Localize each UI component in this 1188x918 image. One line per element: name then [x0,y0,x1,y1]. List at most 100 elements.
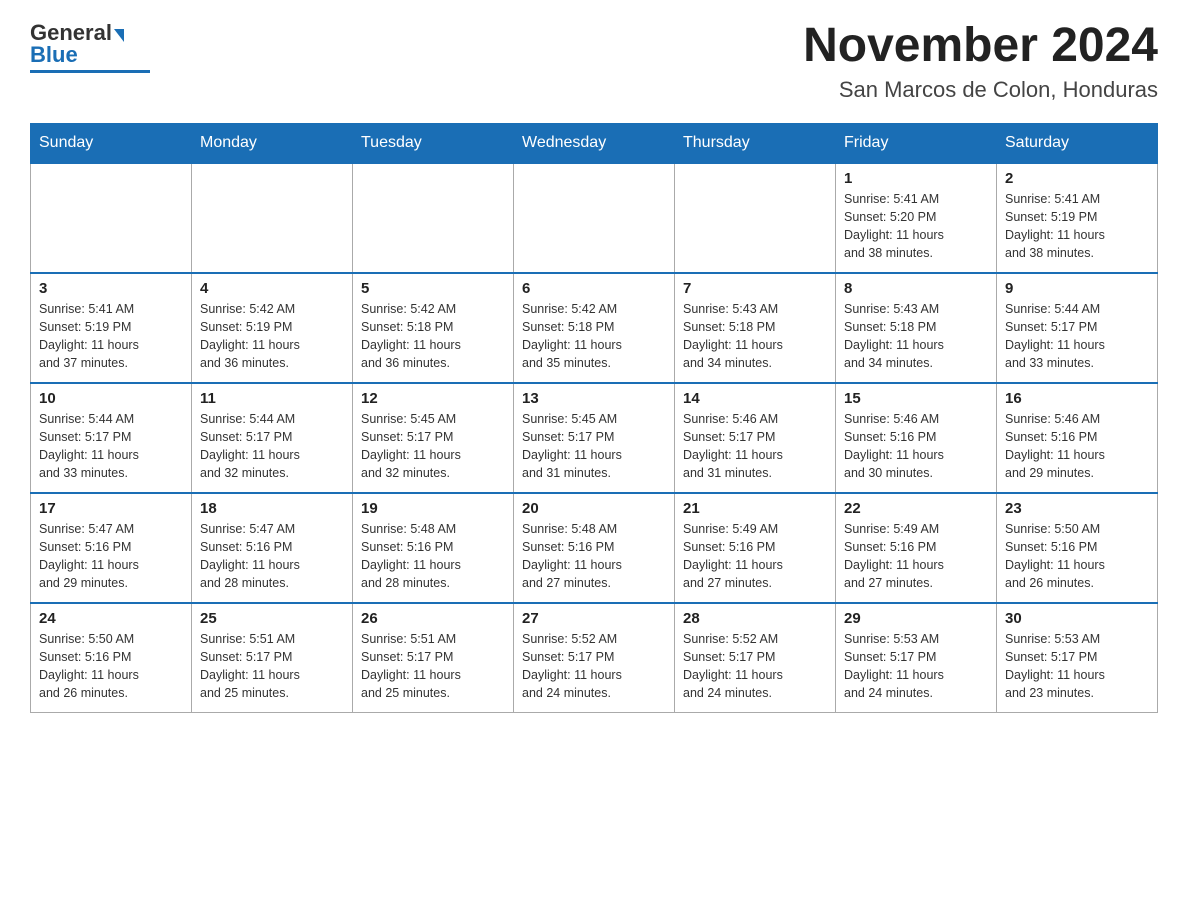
calendar-cell [675,163,836,273]
calendar-cell: 16Sunrise: 5:46 AM Sunset: 5:16 PM Dayli… [997,383,1158,493]
calendar-cell: 6 Sunrise: 5:42 AM Sunset: 5:18 PM Daylig… [514,273,675,383]
day-number: 17 [39,500,183,517]
day-info: Sunrise: 5:50 AM Sunset: 5:16 PM Dayligh… [1005,520,1149,593]
calendar-cell: 5 Sunrise: 5:42 AM Sunset: 5:18 PM Daylig… [353,273,514,383]
calendar-cell [353,163,514,273]
calendar-cell [192,163,353,273]
calendar-cell: 1 Sunrise: 5:41 AM Sunset: 5:20 PM Daylig… [836,163,997,273]
day-number: 13 [522,390,666,407]
month-title: November 2024 [803,20,1158,73]
day-number: 27 [522,610,666,627]
day-info: Sunrise: 5:47 AM Sunset: 5:16 PM Dayligh… [200,520,344,593]
day-number: 23 [1005,500,1149,517]
day-number: 26 [361,610,505,627]
day-number: 22 [844,500,988,517]
day-info: Sunrise: 5:41 AM Sunset: 5:19 PM Dayligh… [39,300,183,373]
day-info: Sunrise: 5:49 AM Sunset: 5:16 PM Dayligh… [844,520,988,593]
calendar-cell: 29Sunrise: 5:53 AM Sunset: 5:17 PM Dayli… [836,603,997,713]
day-number: 6 [522,280,666,297]
day-info: Sunrise: 5:43 AM Sunset: 5:18 PM Dayligh… [683,300,827,373]
calendar-cell: 14 Sunrise: 5:46 AM Sunset: 5:17 PM Dayli… [675,383,836,493]
day-number: 9 [1005,280,1149,297]
day-info: Sunrise: 5:49 AM Sunset: 5:16 PM Dayligh… [683,520,827,593]
day-number: 20 [522,500,666,517]
logo-underline [30,70,150,73]
calendar-cell: 19 Sunrise: 5:48 AM Sunset: 5:16 PM Dayli… [353,493,514,603]
day-info: Sunrise: 5:51 AM Sunset: 5:17 PM Dayligh… [200,630,344,703]
calendar-cell: 24Sunrise: 5:50 AM Sunset: 5:16 PM Dayli… [31,603,192,713]
day-info: Sunrise: 5:50 AM Sunset: 5:16 PM Dayligh… [39,630,183,703]
day-number: 10 [39,390,183,407]
calendar-cell: 10 Sunrise: 5:44 AM Sunset: 5:17 PM Dayli… [31,383,192,493]
day-info: Sunrise: 5:45 AM Sunset: 5:17 PM Dayligh… [522,410,666,483]
calendar-cell: 18 Sunrise: 5:47 AM Sunset: 5:16 PM Dayli… [192,493,353,603]
page-header: General Blue November 2024 San Marcos de… [30,20,1158,103]
calendar-cell: 21 Sunrise: 5:49 AM Sunset: 5:16 PM Dayli… [675,493,836,603]
day-number: 19 [361,500,505,517]
calendar-cell: 30 Sunrise: 5:53 AM Sunset: 5:17 PM Dayli… [997,603,1158,713]
calendar-cell: 3Sunrise: 5:41 AM Sunset: 5:19 PM Daylig… [31,273,192,383]
day-number: 14 [683,390,827,407]
calendar-cell: 7 Sunrise: 5:43 AM Sunset: 5:18 PM Daylig… [675,273,836,383]
weekday-header: Saturday [997,123,1158,163]
day-info: Sunrise: 5:42 AM Sunset: 5:18 PM Dayligh… [522,300,666,373]
day-number: 12 [361,390,505,407]
calendar-cell: 25 Sunrise: 5:51 AM Sunset: 5:17 PM Dayli… [192,603,353,713]
day-number: 21 [683,500,827,517]
day-info: Sunrise: 5:48 AM Sunset: 5:16 PM Dayligh… [361,520,505,593]
calendar-cell: 9 Sunrise: 5:44 AM Sunset: 5:17 PM Daylig… [997,273,1158,383]
calendar-table: SundayMondayTuesdayWednesdayThursdayFrid… [30,123,1158,714]
weekday-header: Thursday [675,123,836,163]
calendar-week-row: 17 Sunrise: 5:47 AM Sunset: 5:16 PM Dayli… [31,493,1158,603]
day-info: Sunrise: 5:53 AM Sunset: 5:17 PM Dayligh… [1005,630,1149,703]
weekday-header: Friday [836,123,997,163]
calendar-cell: 20Sunrise: 5:48 AM Sunset: 5:16 PM Dayli… [514,493,675,603]
location-title: San Marcos de Colon, Honduras [803,77,1158,103]
day-info: Sunrise: 5:47 AM Sunset: 5:16 PM Dayligh… [39,520,183,593]
day-number: 5 [361,280,505,297]
day-number: 18 [200,500,344,517]
day-number: 25 [200,610,344,627]
weekday-header: Sunday [31,123,192,163]
day-info: Sunrise: 5:46 AM Sunset: 5:16 PM Dayligh… [1005,410,1149,483]
day-number: 8 [844,280,988,297]
day-info: Sunrise: 5:52 AM Sunset: 5:17 PM Dayligh… [522,630,666,703]
calendar-cell: 4 Sunrise: 5:42 AM Sunset: 5:19 PM Daylig… [192,273,353,383]
calendar-week-row: 3Sunrise: 5:41 AM Sunset: 5:19 PM Daylig… [31,273,1158,383]
day-info: Sunrise: 5:41 AM Sunset: 5:20 PM Dayligh… [844,190,988,263]
day-info: Sunrise: 5:44 AM Sunset: 5:17 PM Dayligh… [39,410,183,483]
day-info: Sunrise: 5:52 AM Sunset: 5:17 PM Dayligh… [683,630,827,703]
calendar-week-row: 24Sunrise: 5:50 AM Sunset: 5:16 PM Dayli… [31,603,1158,713]
calendar-cell: 2Sunrise: 5:41 AM Sunset: 5:19 PM Daylig… [997,163,1158,273]
calendar-cell: 26 Sunrise: 5:51 AM Sunset: 5:17 PM Dayli… [353,603,514,713]
calendar-cell: 23 Sunrise: 5:50 AM Sunset: 5:16 PM Dayli… [997,493,1158,603]
day-info: Sunrise: 5:46 AM Sunset: 5:16 PM Dayligh… [844,410,988,483]
day-info: Sunrise: 5:42 AM Sunset: 5:18 PM Dayligh… [361,300,505,373]
day-info: Sunrise: 5:44 AM Sunset: 5:17 PM Dayligh… [1005,300,1149,373]
day-info: Sunrise: 5:44 AM Sunset: 5:17 PM Dayligh… [200,410,344,483]
calendar-header-row: SundayMondayTuesdayWednesdayThursdayFrid… [31,123,1158,163]
day-info: Sunrise: 5:45 AM Sunset: 5:17 PM Dayligh… [361,410,505,483]
calendar-week-row: 10 Sunrise: 5:44 AM Sunset: 5:17 PM Dayli… [31,383,1158,493]
day-number: 30 [1005,610,1149,627]
weekday-header: Monday [192,123,353,163]
day-number: 4 [200,280,344,297]
calendar-cell: 8 Sunrise: 5:43 AM Sunset: 5:18 PM Daylig… [836,273,997,383]
calendar-cell: 13 Sunrise: 5:45 AM Sunset: 5:17 PM Dayli… [514,383,675,493]
calendar-week-row: 1 Sunrise: 5:41 AM Sunset: 5:20 PM Daylig… [31,163,1158,273]
calendar-cell: 27 Sunrise: 5:52 AM Sunset: 5:17 PM Dayli… [514,603,675,713]
logo-blue-text: Blue [30,42,78,68]
day-number: 15 [844,390,988,407]
day-number: 7 [683,280,827,297]
calendar-cell: 22 Sunrise: 5:49 AM Sunset: 5:16 PM Dayli… [836,493,997,603]
calendar-cell: 15 Sunrise: 5:46 AM Sunset: 5:16 PM Dayli… [836,383,997,493]
day-info: Sunrise: 5:46 AM Sunset: 5:17 PM Dayligh… [683,410,827,483]
day-info: Sunrise: 5:51 AM Sunset: 5:17 PM Dayligh… [361,630,505,703]
day-info: Sunrise: 5:43 AM Sunset: 5:18 PM Dayligh… [844,300,988,373]
day-number: 1 [844,170,988,187]
calendar-cell: 28Sunrise: 5:52 AM Sunset: 5:17 PM Dayli… [675,603,836,713]
day-number: 11 [200,390,344,407]
weekday-header: Tuesday [353,123,514,163]
day-info: Sunrise: 5:42 AM Sunset: 5:19 PM Dayligh… [200,300,344,373]
logo-triangle-icon [114,29,124,42]
